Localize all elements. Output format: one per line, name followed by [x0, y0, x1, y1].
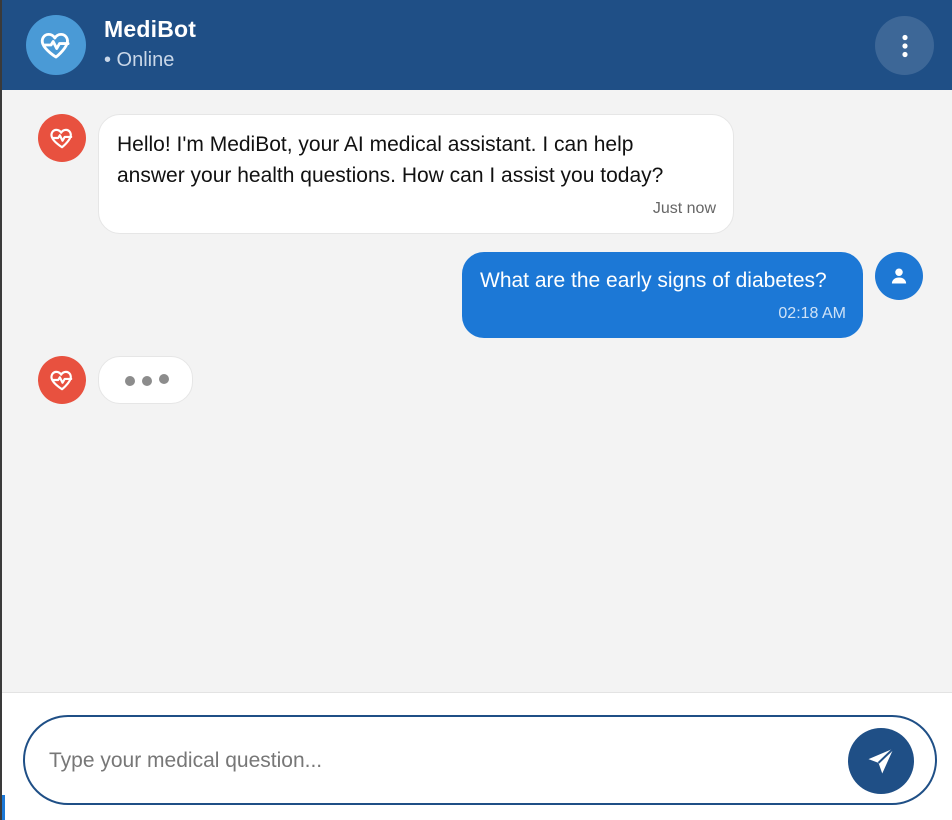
user-avatar: [875, 252, 923, 300]
user-icon: [891, 268, 907, 284]
heart-pulse-icon: [50, 128, 73, 149]
user-message-text: What are the early signs of diabetes?: [480, 269, 827, 292]
message-timestamp: Just now: [652, 200, 716, 217]
chat-header: MediBot • Online: [0, 0, 952, 90]
bot-avatar: [38, 114, 86, 162]
user-message-bubble: What are the early signs of diabetes? 02…: [462, 252, 863, 338]
bot-message-line: answer your health questions. How can I …: [117, 164, 664, 187]
heart-pulse-icon: [40, 32, 70, 59]
chat-title: MediBot: [104, 16, 197, 42]
typing-indicator: [98, 356, 193, 404]
medibot-avatar: [26, 15, 86, 75]
bot-message-bubble: Hello! I'm MediBot, your AI medical assi…: [98, 114, 734, 234]
message-composer: [0, 692, 952, 820]
message-input[interactable]: [49, 735, 829, 787]
window-left-edge: [0, 0, 2, 820]
send-button[interactable]: [848, 728, 914, 794]
bot-avatar: [38, 356, 86, 404]
online-status: • Online: [104, 49, 175, 71]
more-options-button[interactable]: [875, 16, 934, 75]
chat-messages-area[interactable]: Hello! I'm MediBot, your AI medical assi…: [0, 90, 952, 692]
typing-dot: [159, 374, 169, 384]
bot-message-line: Hello! I'm MediBot, your AI medical assi…: [117, 133, 634, 156]
message-timestamp: 02:18 AM: [778, 305, 846, 322]
message-input-wrapper: [23, 715, 937, 805]
more-vertical-icon: [901, 34, 908, 57]
typing-dot: [142, 376, 152, 386]
heart-pulse-icon: [50, 370, 73, 391]
send-icon: [868, 747, 895, 774]
typing-dot: [125, 376, 135, 386]
